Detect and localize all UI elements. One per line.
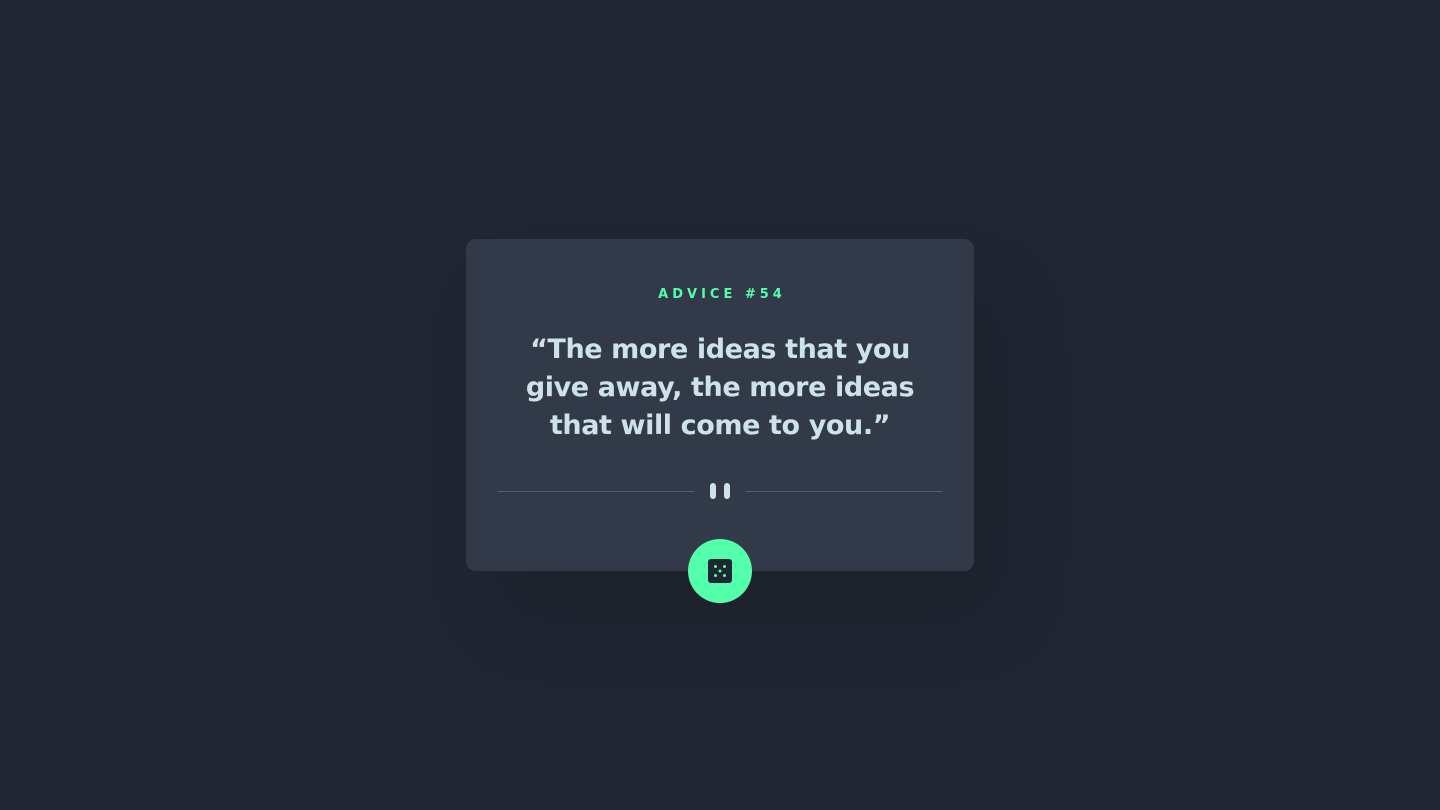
advice-number: ADVICE #54 (658, 287, 786, 302)
divider (498, 483, 942, 499)
dice-icon (708, 559, 732, 583)
advice-card: ADVICE #54 “The more ideas that you give… (466, 239, 974, 603)
advice-quote: “The more ideas that you give away, the … (525, 334, 915, 441)
divider-line-right (746, 491, 942, 492)
new-advice-button[interactable] (688, 539, 752, 603)
divider-line-left (498, 491, 694, 492)
pause-icon (710, 483, 730, 499)
